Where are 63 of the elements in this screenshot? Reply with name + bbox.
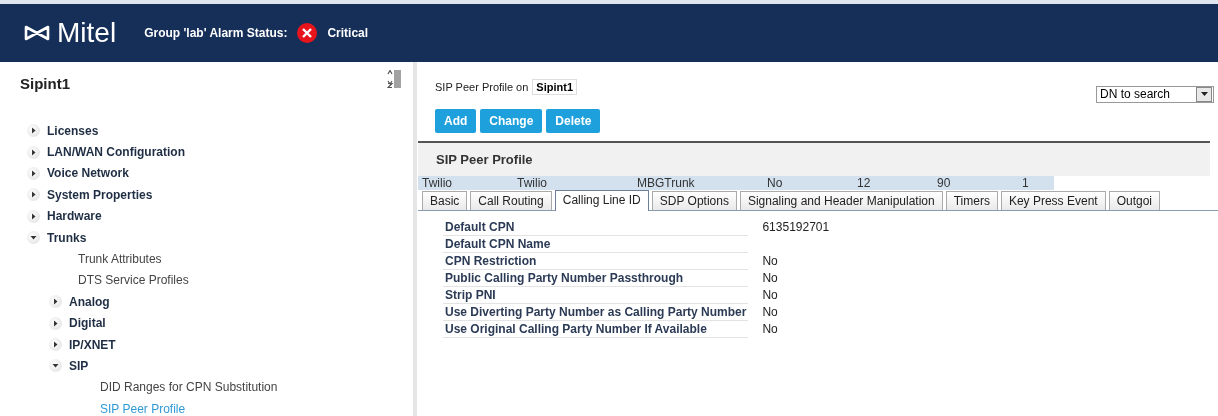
system-name: Sipint1 — [532, 79, 578, 95]
section-title: SIP Peer Profile — [436, 152, 533, 167]
expand-icon[interactable] — [49, 295, 62, 309]
field-label: Public Calling Party Number Passthrough — [445, 271, 684, 285]
field-label: Use Diverting Party Number as Calling Party Number — [445, 305, 747, 319]
expand-icon[interactable] — [27, 145, 40, 159]
tab[interactable]: Key Press Event — [1000, 191, 1106, 210]
error-icon — [297, 23, 318, 43]
tree-item[interactable]: Hardware — [47, 209, 102, 224]
alarm-label: Group 'lab' Alarm Status: — [144, 26, 288, 40]
expand-icon[interactable] — [27, 124, 40, 138]
collapse-icon[interactable] — [27, 231, 40, 245]
tree-item[interactable]: LAN/WAN Configuration — [47, 145, 185, 160]
expand-icon[interactable] — [49, 316, 62, 330]
logo-text: Mitel — [57, 18, 117, 48]
tab[interactable]: Timers — [945, 191, 998, 210]
tree-item[interactable]: DTS Service Profiles — [78, 273, 189, 288]
tree-item[interactable]: Voice Network — [47, 166, 129, 181]
table-cell-text: Twilio — [421, 176, 453, 190]
search-dropdown[interactable]: DN to search — [1096, 85, 1214, 103]
field-value: No — [762, 254, 778, 268]
table-cell-text: Twilio — [516, 176, 548, 190]
field-value: No — [762, 288, 778, 302]
table-cell-text: 1 — [1021, 176, 1030, 190]
tree-item[interactable]: IP/XNET — [69, 337, 116, 352]
system-title: Sipint1 — [20, 75, 70, 92]
field-label: Default CPN — [445, 220, 515, 234]
field-label: Default CPN Name — [445, 237, 551, 251]
tree-item[interactable]: System Properties — [47, 187, 153, 202]
tab[interactable]: SDP Options — [651, 191, 737, 210]
expand-icon[interactable] — [27, 188, 40, 202]
tree-item[interactable]: Analog — [69, 294, 110, 309]
tab[interactable]: Outgoi — [1108, 191, 1160, 210]
table-cell-text: 12 — [856, 176, 872, 190]
expand-icon[interactable] — [27, 209, 40, 223]
expand-icon[interactable] — [27, 166, 40, 180]
page-heading: SIP Peer Profile on — [435, 81, 529, 93]
tree-item[interactable]: Licenses — [47, 123, 99, 138]
table-cell-text: 90 — [936, 176, 952, 190]
field-value: 6135192701 — [762, 220, 830, 235]
tab[interactable]: Calling Line ID — [554, 190, 649, 211]
collapse-icon[interactable] — [49, 359, 62, 373]
tree-item[interactable]: Trunks — [47, 230, 87, 245]
table-cell-text: No — [766, 176, 784, 190]
tab[interactable]: Signaling and Header Manipulation — [739, 191, 943, 210]
tab[interactable]: Basic — [422, 191, 468, 210]
dropdown-arrow-icon — [1200, 92, 1208, 96]
field-value: No — [762, 305, 778, 319]
logo-icon — [24, 25, 50, 41]
table-cell-text: MBGTrunk — [636, 176, 696, 190]
field-label: Strip PNI — [445, 288, 496, 302]
sort-icon[interactable] — [387, 70, 401, 88]
tree-item[interactable]: DID Ranges for CPN Substitution — [100, 380, 278, 395]
tree-item[interactable]: SIP — [69, 359, 89, 373]
field-value: No — [762, 322, 778, 336]
tab[interactable]: Call Routing — [470, 191, 552, 210]
alarm-status: Critical — [327, 26, 369, 40]
expand-icon[interactable] — [49, 338, 62, 352]
tree-item[interactable]: Trunk Attributes — [78, 252, 162, 267]
field-label: CPN Restriction — [445, 254, 537, 268]
field-value: No — [762, 271, 778, 285]
field-label: Use Original Calling Party Number If Available — [445, 322, 707, 336]
tree-item[interactable]: Digital — [69, 316, 106, 331]
